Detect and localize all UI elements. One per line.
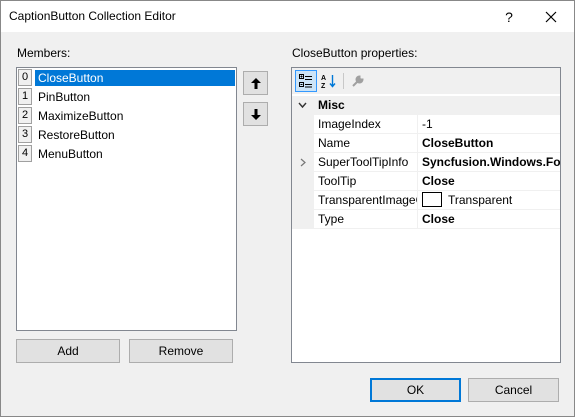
property-name: Type (314, 210, 418, 229)
property-name: SuperToolTipInfo (314, 153, 418, 172)
row-gutter (292, 153, 314, 172)
properties-label: CloseButton properties: (292, 46, 418, 60)
item-index: 4 (18, 145, 32, 162)
collection-editor-dialog: CaptionButton Collection Editor ? Member… (0, 0, 575, 417)
item-index: 3 (18, 126, 32, 143)
cancel-button[interactable]: Cancel (468, 378, 559, 402)
categorized-icon (299, 74, 312, 88)
list-item[interactable]: 4 MenuButton (18, 145, 235, 163)
title-bar: CaptionButton Collection Editor ? (1, 1, 574, 32)
property-row[interactable]: Type Close (292, 210, 560, 229)
color-value-label: Transparent (448, 193, 513, 207)
alphabetical-button[interactable]: A Z (318, 70, 340, 92)
property-value[interactable]: CloseButton (418, 134, 560, 153)
property-grid: A Z Misc ImageIndex -1 Name CloseButton … (291, 67, 561, 363)
item-index: 2 (18, 107, 32, 124)
arrow-up-icon (250, 77, 261, 89)
wrench-icon (352, 75, 364, 87)
svg-text:A: A (321, 75, 326, 82)
property-row[interactable]: Name CloseButton (292, 134, 560, 153)
window-title: CaptionButton Collection Editor (9, 9, 176, 23)
property-value[interactable]: Transparent (418, 191, 560, 210)
property-pages-button[interactable] (347, 70, 369, 92)
add-button[interactable]: Add (16, 339, 120, 363)
expand-icon[interactable] (300, 158, 306, 167)
categorized-button[interactable] (295, 70, 317, 92)
members-label: Members: (17, 46, 71, 60)
alphabetical-sort-icon: A Z (321, 75, 336, 89)
color-swatch (422, 192, 442, 208)
property-row[interactable]: ToolTip Close (292, 172, 560, 191)
help-icon: ? (505, 8, 513, 25)
property-name: TransparentImageColor (314, 191, 418, 210)
close-window-button[interactable] (531, 1, 571, 32)
row-gutter (292, 210, 314, 229)
property-name: ImageIndex (314, 115, 418, 134)
row-gutter (292, 191, 314, 210)
item-label: CloseButton (35, 70, 235, 86)
property-row[interactable]: ImageIndex -1 (292, 115, 560, 134)
property-value[interactable]: Close (418, 210, 560, 229)
arrow-down-icon (250, 108, 261, 120)
property-row[interactable]: TransparentImageColor Transparent (292, 191, 560, 210)
property-value[interactable]: Syncfusion.Windows.Forms. (418, 153, 560, 172)
property-row[interactable]: SuperToolTipInfo Syncfusion.Windows.Form… (292, 153, 560, 172)
members-list[interactable]: 0 CloseButton 1 PinButton 2 MaximizeButt… (16, 67, 237, 331)
row-gutter (292, 134, 314, 153)
list-item[interactable]: 3 RestoreButton (18, 126, 235, 144)
item-index: 1 (18, 88, 32, 105)
category-row[interactable]: Misc (292, 96, 560, 115)
property-value[interactable]: -1 (418, 115, 560, 134)
property-name: ToolTip (314, 172, 418, 191)
property-name: Name (314, 134, 418, 153)
category-label: Misc (318, 98, 345, 112)
list-item[interactable]: 1 PinButton (18, 88, 235, 106)
item-label: PinButton (38, 90, 91, 104)
ok-button[interactable]: OK (370, 378, 461, 402)
close-icon (545, 11, 557, 22)
collapse-icon (298, 102, 307, 109)
item-label: MenuButton (38, 147, 103, 161)
row-gutter (292, 115, 314, 134)
list-item[interactable]: 0 CloseButton (18, 69, 235, 87)
list-item[interactable]: 2 MaximizeButton (18, 107, 235, 125)
property-toolbar: A Z (292, 68, 560, 94)
row-gutter (292, 172, 314, 191)
item-index: 0 (18, 69, 32, 86)
property-value[interactable]: Close (418, 172, 560, 191)
svg-text:Z: Z (321, 83, 326, 89)
toolbar-separator (343, 73, 344, 89)
item-label: MaximizeButton (38, 109, 124, 123)
remove-button[interactable]: Remove (129, 339, 233, 363)
help-button[interactable]: ? (489, 1, 529, 32)
move-down-button[interactable] (243, 102, 268, 126)
move-up-button[interactable] (243, 71, 268, 95)
item-label: RestoreButton (38, 128, 115, 142)
